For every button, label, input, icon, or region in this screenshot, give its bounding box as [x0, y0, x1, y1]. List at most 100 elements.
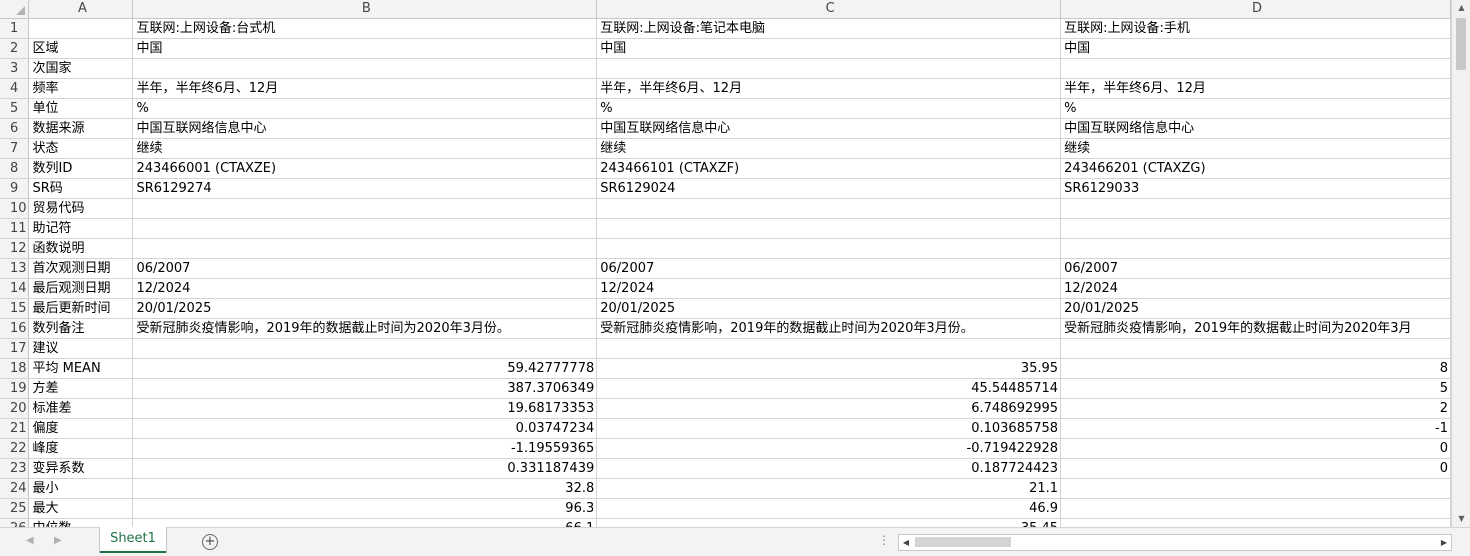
cell-a[interactable]: 助记符: [28, 218, 134, 239]
row-header[interactable]: 20: [0, 398, 30, 419]
cell-d[interactable]: 半年，半年终6月、12月: [1060, 78, 1451, 99]
row-header[interactable]: 19: [0, 378, 30, 399]
cell-d[interactable]: 0: [1060, 438, 1451, 459]
cell-c[interactable]: 35.95: [596, 358, 1062, 379]
cell-c[interactable]: 20/01/2025: [596, 298, 1062, 319]
row-header[interactable]: 22: [0, 438, 30, 459]
cell-b[interactable]: 12/2024: [132, 278, 598, 299]
cell-b[interactable]: 19.68173353: [132, 398, 598, 419]
cell-c[interactable]: 受新冠肺炎疫情影响，2019年的数据截止时间为2020年3月份。: [596, 318, 1062, 339]
column-header-b[interactable]: B: [132, 0, 598, 19]
cell-c[interactable]: 35.45: [596, 518, 1062, 527]
cell-c[interactable]: 46.9: [596, 498, 1062, 519]
cell-c[interactable]: 21.1: [596, 478, 1062, 499]
row-header[interactable]: 25: [0, 498, 30, 519]
cell-b[interactable]: [132, 338, 598, 359]
splitter-handle-icon[interactable]: ⋮: [878, 533, 890, 547]
cell-c[interactable]: 12/2024: [596, 278, 1062, 299]
horizontal-scrollbar[interactable]: ◀ ▶: [898, 534, 1452, 551]
cell-c[interactable]: 中国互联网络信息中心: [596, 118, 1062, 139]
cell-b[interactable]: 半年，半年终6月、12月: [132, 78, 598, 99]
cell-b[interactable]: 32.8: [132, 478, 598, 499]
cell-a[interactable]: 贸易代码: [28, 198, 134, 219]
cell-a[interactable]: 偏度: [28, 418, 134, 439]
cell-d[interactable]: SR6129033: [1060, 178, 1451, 199]
cell-d[interactable]: 受新冠肺炎疫情影响，2019年的数据截止时间为2020年3月: [1060, 318, 1451, 339]
row-header[interactable]: 2: [0, 38, 30, 59]
row-header[interactable]: 10: [0, 198, 30, 219]
cell-c[interactable]: [596, 58, 1062, 79]
cell-c[interactable]: [596, 218, 1062, 239]
prev-sheet-icon[interactable]: ◀: [26, 535, 34, 546]
cell-d[interactable]: 8: [1060, 358, 1451, 379]
row-header[interactable]: 4: [0, 78, 30, 99]
scroll-right-icon[interactable]: ▶: [1437, 535, 1451, 550]
cell-b[interactable]: [132, 58, 598, 79]
cell-a[interactable]: 数列备注: [28, 318, 134, 339]
cell-b[interactable]: 继续: [132, 138, 598, 159]
row-header[interactable]: 5: [0, 98, 30, 119]
cell-b[interactable]: [132, 238, 598, 259]
next-sheet-icon[interactable]: ▶: [54, 535, 62, 546]
cell-d[interactable]: 12/2024: [1060, 278, 1451, 299]
cell-c[interactable]: 06/2007: [596, 258, 1062, 279]
cell-a[interactable]: 最后观测日期: [28, 278, 134, 299]
cell-a[interactable]: 频率: [28, 78, 134, 99]
cell-c[interactable]: %: [596, 98, 1062, 119]
row-header[interactable]: 21: [0, 418, 30, 439]
select-all-corner[interactable]: [0, 0, 30, 19]
cell-d[interactable]: %: [1060, 98, 1451, 119]
cell-a[interactable]: [28, 18, 134, 39]
cell-a[interactable]: 函数说明: [28, 238, 134, 259]
cell-d[interactable]: 0: [1060, 458, 1451, 479]
cell-a[interactable]: 首次观测日期: [28, 258, 134, 279]
cell-d[interactable]: [1060, 498, 1451, 519]
row-header[interactable]: 13: [0, 258, 30, 279]
cell-b[interactable]: 0.331187439: [132, 458, 598, 479]
cell-d[interactable]: 中国互联网络信息中心: [1060, 118, 1451, 139]
cell-a[interactable]: 变异系数: [28, 458, 134, 479]
cell-d[interactable]: [1060, 238, 1451, 259]
cell-b[interactable]: 96.3: [132, 498, 598, 519]
row-header[interactable]: 9: [0, 178, 30, 199]
cell-a[interactable]: 峰度: [28, 438, 134, 459]
cell-b[interactable]: 受新冠肺炎疫情影响，2019年的数据截止时间为2020年3月份。: [132, 318, 598, 339]
sheet-tab-sheet1[interactable]: Sheet1: [100, 527, 166, 553]
column-header-c[interactable]: C: [596, 0, 1062, 19]
cell-a[interactable]: 中位数: [28, 518, 134, 527]
cell-a[interactable]: 方差: [28, 378, 134, 399]
cell-b[interactable]: 中国互联网络信息中心: [132, 118, 598, 139]
cell-b[interactable]: 06/2007: [132, 258, 598, 279]
row-header[interactable]: 23: [0, 458, 30, 479]
cell-d[interactable]: [1060, 518, 1451, 527]
cell-b[interactable]: 66.1: [132, 518, 598, 527]
cell-a[interactable]: 数列ID: [28, 158, 134, 179]
cell-c[interactable]: SR6129024: [596, 178, 1062, 199]
cell-a[interactable]: 平均 MEAN: [28, 358, 134, 379]
cell-a[interactable]: 最大: [28, 498, 134, 519]
cell-c[interactable]: [596, 338, 1062, 359]
cell-c[interactable]: 半年，半年终6月、12月: [596, 78, 1062, 99]
spreadsheet-grid[interactable]: A B C D 1 互联网:上网设备:台式机 互联网:上网设备:笔记本电脑 互联网:上…: [0, 0, 1451, 527]
cell-b[interactable]: %: [132, 98, 598, 119]
cell-c[interactable]: [596, 238, 1062, 259]
row-header[interactable]: 15: [0, 298, 30, 319]
cell-b[interactable]: 20/01/2025: [132, 298, 598, 319]
cell-c[interactable]: 中国: [596, 38, 1062, 59]
horizontal-scroll-thumb[interactable]: [915, 537, 1011, 547]
cell-c[interactable]: [596, 198, 1062, 219]
cell-a[interactable]: 数据来源: [28, 118, 134, 139]
row-header[interactable]: 14: [0, 278, 30, 299]
cell-b[interactable]: 387.3706349: [132, 378, 598, 399]
scroll-left-icon[interactable]: ◀: [899, 535, 913, 550]
cell-c[interactable]: 继续: [596, 138, 1062, 159]
cell-c[interactable]: 0.103685758: [596, 418, 1062, 439]
row-header[interactable]: 11: [0, 218, 30, 239]
cell-b[interactable]: 中国: [132, 38, 598, 59]
cell-a[interactable]: 最小: [28, 478, 134, 499]
cell-d[interactable]: 中国: [1060, 38, 1451, 59]
cell-b[interactable]: 0.03747234: [132, 418, 598, 439]
cell-c[interactable]: 0.187724423: [596, 458, 1062, 479]
cell-d[interactable]: [1060, 198, 1451, 219]
cell-d[interactable]: 06/2007: [1060, 258, 1451, 279]
